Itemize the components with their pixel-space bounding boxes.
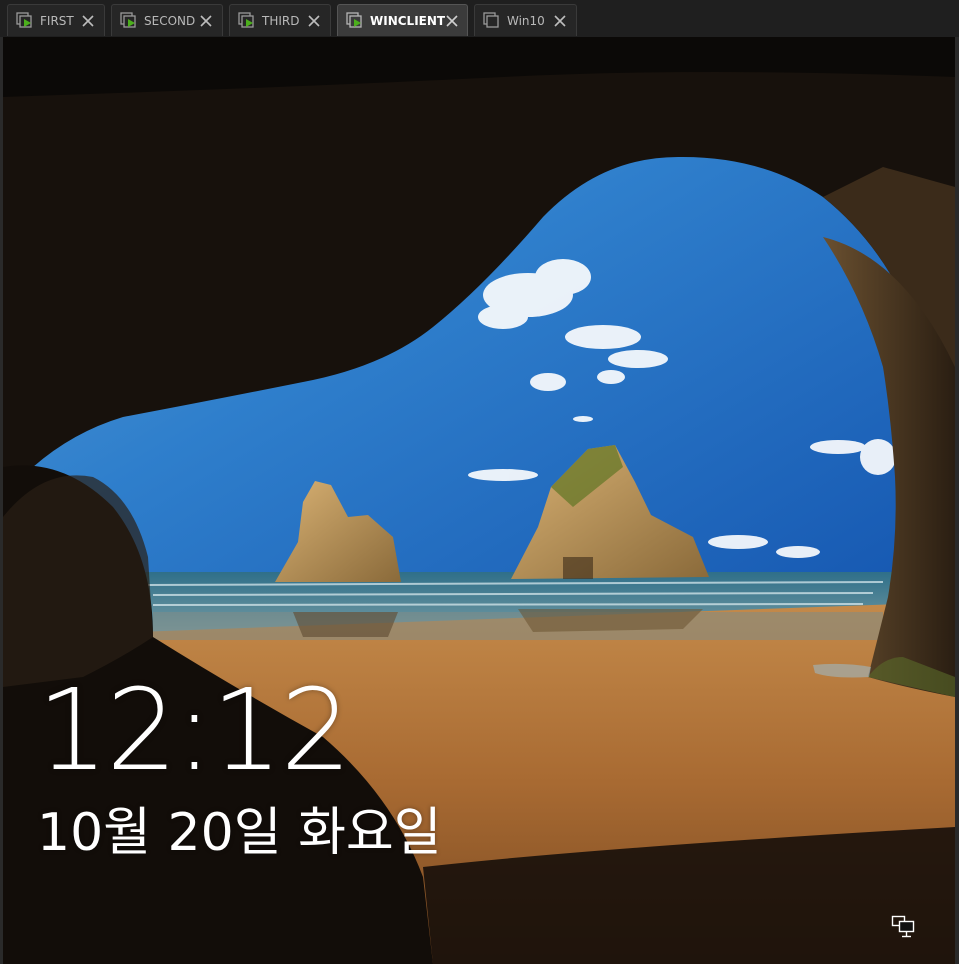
lockscreen-clock: 12:12 xyxy=(37,666,352,796)
tab-label: WINCLIENT xyxy=(370,13,446,28)
window-border xyxy=(955,37,959,964)
tab-winclient[interactable]: WINCLIENT xyxy=(337,4,468,36)
tab-third[interactable]: THIRD xyxy=(229,4,331,36)
close-icon[interactable] xyxy=(81,14,95,28)
tab-label: SECOND xyxy=(144,13,196,28)
lock-screen[interactable]: 12:12 10월 20일 화요일 xyxy=(3,37,955,964)
vm-running-icon xyxy=(16,11,32,28)
network-monitor-icon[interactable] xyxy=(891,915,917,939)
lockscreen-date: 10월 20일 화요일 xyxy=(37,803,442,863)
close-icon[interactable] xyxy=(307,14,321,28)
tab-first[interactable]: FIRST xyxy=(7,4,105,36)
vm-running-icon xyxy=(120,11,136,28)
close-icon[interactable] xyxy=(445,14,459,28)
tab-label: Win10 xyxy=(507,13,545,28)
vm-stopped-icon xyxy=(483,11,499,28)
tab-second[interactable]: SECOND xyxy=(111,4,223,36)
tab-label: FIRST xyxy=(40,13,74,28)
vm-running-icon xyxy=(238,11,254,28)
tab-label: THIRD xyxy=(262,13,300,28)
tab-win10[interactable]: Win10 xyxy=(474,4,577,36)
vm-running-icon xyxy=(346,11,362,28)
close-icon[interactable] xyxy=(199,14,213,28)
tab-bar: FIRST SECOND THIRD WINCLIENT Win10 xyxy=(0,0,959,38)
close-icon[interactable] xyxy=(553,14,567,28)
